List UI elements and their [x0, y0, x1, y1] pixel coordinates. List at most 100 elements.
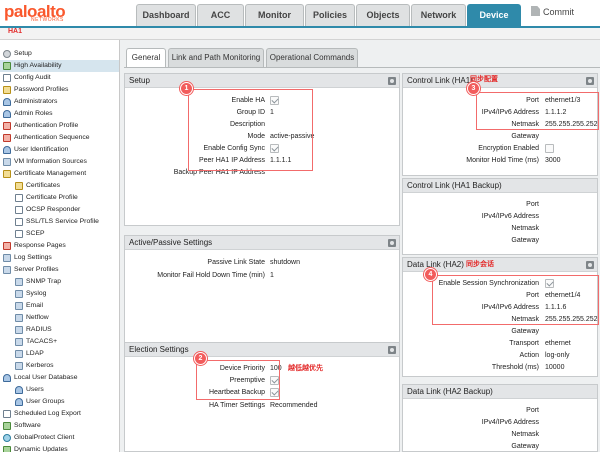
annotation-box-ha2	[432, 275, 599, 325]
user-db-icon	[3, 374, 11, 382]
tab-divider	[124, 67, 600, 68]
ha2b-row-gateway: Gateway	[511, 443, 539, 450]
commit-button[interactable]: Commit	[531, 6, 574, 17]
user-icon	[15, 386, 23, 394]
row-ha-timer-settings: HA Timer Settings	[208, 402, 265, 409]
tab-network[interactable]: Network	[411, 4, 466, 26]
ha2-action-value: log-only	[545, 352, 570, 359]
ha1b-row-port: Port	[526, 201, 539, 208]
doc-icon	[15, 302, 23, 310]
tab-link-path-monitoring[interactable]: Link and Path Monitoring	[168, 48, 264, 67]
server-icon	[3, 266, 11, 274]
election-header: Election Settings	[125, 343, 399, 357]
sidebar-item-high-availability[interactable]: High Availability	[0, 60, 119, 72]
doc-icon	[15, 194, 23, 202]
doc-icon	[15, 230, 23, 238]
ha1-backup-header: Control Link (HA1 Backup)	[403, 179, 597, 193]
doc-icon	[3, 242, 11, 250]
monitor-fail-hold-down-value: 1	[270, 272, 274, 279]
ha2-backup-panel: Data Link (HA2 Backup) Port IPv4/IPv6 Ad…	[402, 384, 598, 452]
edit-gear-icon[interactable]	[586, 261, 594, 269]
doc-icon	[15, 218, 23, 226]
edit-gear-icon[interactable]	[388, 346, 396, 354]
annotation-box-ha1	[476, 92, 599, 130]
doc-icon	[15, 350, 23, 358]
ha1-row-monitor-hold: Monitor Hold Time (ms)	[466, 157, 539, 164]
ha1-monitor-hold-value: 3000	[545, 157, 561, 164]
panel-title: Data Link (HA2)	[407, 260, 464, 269]
tab-monitor[interactable]: Monitor	[245, 4, 304, 26]
ha1b-row-netmask: Netmask	[511, 225, 539, 232]
ha2b-row-port: Port	[526, 407, 539, 414]
tab-general[interactable]: General	[126, 48, 166, 67]
doc-icon	[15, 326, 23, 334]
panel-title: Election Settings	[129, 345, 189, 354]
edit-gear-icon[interactable]	[586, 77, 594, 85]
gear-icon	[3, 50, 11, 58]
annotation-badge-4: 4	[424, 268, 437, 281]
doc-icon	[15, 278, 23, 286]
password-icon	[3, 86, 11, 94]
commit-icon	[531, 6, 540, 16]
user-group-icon	[15, 398, 23, 406]
encryption-enabled-checkbox[interactable]	[545, 144, 554, 153]
ha2-threshold-value: 10000	[545, 364, 565, 371]
auth-sequence-icon	[3, 134, 11, 142]
tab-acc[interactable]: ACC	[197, 4, 244, 26]
panel-title: Control Link (HA1)	[407, 76, 473, 85]
top-bar: paloalto NETWORKS Dashboard ACC Monitor …	[0, 0, 600, 26]
ha2-backup-header: Data Link (HA2 Backup)	[403, 385, 597, 399]
ha2-row-action: Action	[519, 352, 539, 359]
tab-operational-commands[interactable]: Operational Commands	[266, 48, 358, 67]
ha2b-row-ip: IPv4/IPv6 Address	[481, 419, 539, 426]
ha2b-row-netmask: Netmask	[511, 431, 539, 438]
ha2-row-threshold: Threshold (ms)	[491, 364, 539, 371]
passive-link-state-value: shutdown	[270, 259, 300, 266]
paloalto-logo: paloalto NETWORKS	[4, 2, 84, 24]
annotation-box-setup	[188, 89, 313, 171]
ha-icon	[3, 62, 11, 70]
auth-profile-icon	[3, 122, 11, 130]
doc-icon	[15, 362, 23, 370]
vm-icon	[3, 158, 11, 166]
ha-timer-settings-value: Recommended	[270, 402, 318, 409]
doc-icon	[15, 314, 23, 322]
update-icon	[3, 446, 11, 452]
audit-icon	[3, 74, 11, 82]
tab-dashboard[interactable]: Dashboard	[136, 4, 196, 26]
panel-title: Data Link (HA2 Backup)	[407, 387, 493, 396]
ha1-header: Control Link (HA1)	[403, 74, 597, 88]
schedule-icon	[3, 410, 11, 418]
tab-device[interactable]: Device	[467, 4, 521, 26]
user-id-icon	[3, 146, 11, 154]
ha1b-row-gateway: Gateway	[511, 237, 539, 244]
certificate-icon	[15, 182, 23, 190]
ha2-row-transport: Transport	[509, 340, 539, 347]
edit-gear-icon[interactable]	[388, 77, 396, 85]
doc-icon	[15, 338, 23, 346]
sub-bar: HA1	[0, 26, 600, 40]
edit-gear-icon[interactable]	[388, 239, 396, 247]
row-passive-link-state: Passive Link State	[207, 259, 265, 266]
tab-policies[interactable]: Policies	[305, 4, 355, 26]
ha1b-row-ip: IPv4/IPv6 Address	[481, 213, 539, 220]
sidebar: Setup High Availability Config Audit Pas…	[0, 40, 120, 452]
annotation-box-election	[196, 360, 280, 400]
annotation-note-ha1: 同步配置	[470, 76, 498, 83]
commit-label: Commit	[543, 7, 574, 17]
setup-panel-header: Setup	[125, 74, 399, 88]
panel-title: Active/Passive Settings	[129, 238, 213, 247]
ha2-transport-value: ethernet	[545, 340, 571, 347]
software-icon	[3, 422, 11, 430]
ha1-row-gateway: Gateway	[511, 133, 539, 140]
annotation-note-priority: 越低越优先	[288, 365, 323, 372]
annotation-badge-1: 1	[180, 82, 193, 95]
doc-icon	[15, 290, 23, 298]
admin-icon	[3, 98, 11, 106]
tab-objects[interactable]: Objects	[356, 4, 410, 26]
active-passive-header: Active/Passive Settings	[125, 236, 399, 250]
row-monitor-fail-hold-down: Monitor Fail Hold Down Time (min)	[157, 272, 265, 279]
annotation-note-ha2: 同步会话	[466, 261, 494, 268]
annotation-badge-2: 2	[194, 352, 207, 365]
globe-icon	[3, 434, 11, 442]
